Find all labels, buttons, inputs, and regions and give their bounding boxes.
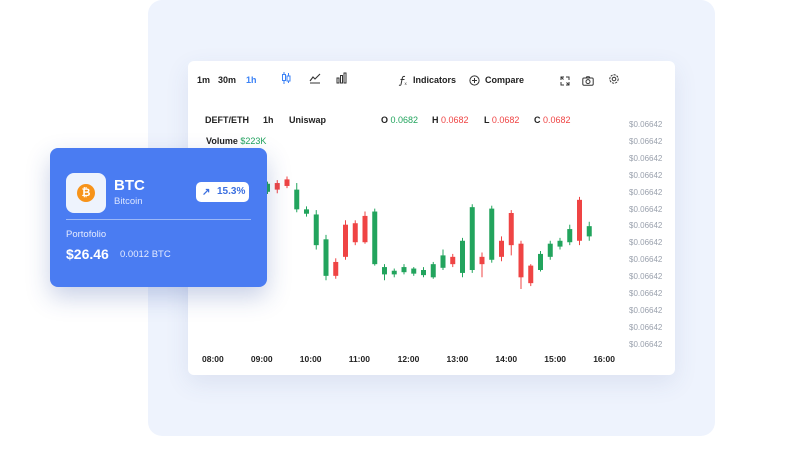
candle (499, 236, 504, 262)
candle (557, 237, 563, 250)
candle (440, 249, 446, 270)
card-divider (66, 219, 251, 220)
candle (304, 206, 309, 217)
candle (528, 264, 534, 287)
candle-body (586, 226, 592, 237)
candle (382, 264, 387, 281)
candle-body (528, 265, 534, 284)
candle (508, 210, 514, 256)
candle-body (469, 207, 475, 270)
candle (352, 220, 358, 246)
change-value: 15.3% (217, 186, 246, 197)
candle (577, 196, 582, 246)
candle-body (518, 243, 524, 278)
candle (343, 220, 348, 260)
candle (586, 221, 592, 241)
candle (421, 267, 426, 278)
candle-body (489, 208, 495, 260)
candle-body (430, 264, 436, 278)
candle (547, 240, 553, 260)
candle (538, 251, 543, 272)
coin-name: Bitcoin (114, 196, 143, 207)
candle (430, 261, 436, 279)
candle-body (304, 209, 309, 214)
portfolio-btc: 0.0012 BTC (120, 249, 171, 260)
candle-body (577, 199, 582, 241)
candle-body (391, 270, 397, 275)
candle (274, 180, 280, 194)
candle (567, 224, 573, 246)
candle (479, 252, 485, 278)
candle-body (274, 183, 280, 190)
candle-body (343, 224, 348, 257)
candle (391, 268, 397, 278)
candle-body (421, 270, 426, 276)
candle (469, 204, 475, 273)
candle-body (538, 253, 543, 270)
candle-body (352, 223, 358, 243)
candle-body (313, 214, 319, 246)
candle (313, 210, 319, 250)
candle (411, 267, 417, 276)
bitcoin-icon: ₿ (77, 184, 95, 202)
candle-body (440, 255, 446, 268)
arrow-up-right-icon: ↗ (202, 187, 211, 198)
candle-body (401, 267, 407, 273)
candle (294, 183, 300, 213)
candle (333, 258, 339, 279)
candle (323, 234, 329, 281)
coin-symbol: BTC (114, 177, 145, 194)
candle-body (382, 267, 387, 275)
coin-icon-box: ₿ (66, 173, 106, 213)
candle-body (567, 229, 573, 243)
candle-body (479, 256, 485, 265)
portfolio-value: $26.46 (66, 246, 109, 262)
candle (284, 176, 290, 189)
candle-body (294, 189, 300, 210)
candle-body (499, 240, 504, 257)
candle (372, 208, 378, 266)
candle-body (411, 268, 417, 274)
candle-body (450, 256, 456, 265)
candle-body (508, 213, 514, 246)
portfolio-label: Portofolio (66, 229, 107, 240)
candle (401, 264, 407, 275)
candle-body (362, 215, 368, 243)
candle-body (323, 239, 329, 276)
candle-body (284, 179, 290, 186)
candle-body (547, 243, 553, 257)
candle (460, 237, 465, 278)
change-badge: ↗ 15.3% (196, 182, 249, 202)
candle-body (557, 240, 563, 247)
candle (362, 211, 368, 244)
candle (489, 205, 495, 263)
candle-body (460, 240, 465, 273)
candle (518, 240, 524, 289)
btc-portfolio-card[interactable]: ₿ BTC Bitcoin ↗ 15.3% Portofolio $26.46 … (50, 148, 267, 287)
candle (450, 253, 456, 268)
candle-body (372, 211, 378, 265)
candle-body (333, 261, 339, 276)
